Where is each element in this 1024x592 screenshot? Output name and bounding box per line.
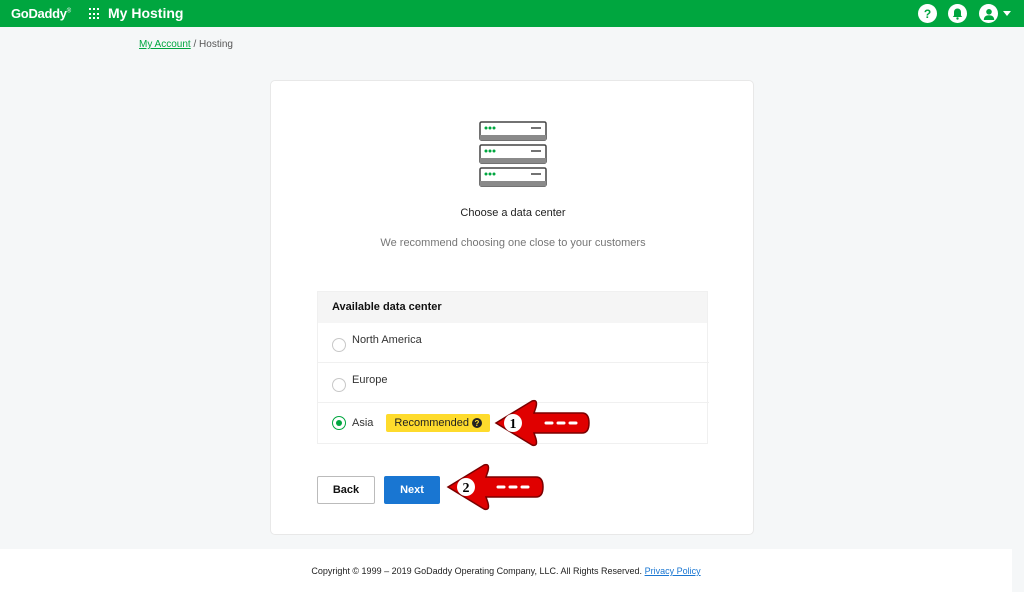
option-label: Asia — [352, 417, 374, 429]
arrow-number: 1 — [510, 417, 517, 432]
radio-north-america[interactable] — [332, 337, 346, 352]
help-icon[interactable]: ? — [918, 4, 937, 23]
user-avatar-icon[interactable] — [979, 4, 998, 23]
annotation-arrow-2: 2 — [446, 463, 544, 511]
app-title[interactable]: My Hosting — [108, 5, 183, 21]
page-subheading: We recommend choosing one close to your … — [380, 237, 646, 249]
page-heading: Choose a data center — [460, 207, 566, 219]
option-label: North America — [352, 333, 422, 346]
panel-title: Available data center — [318, 292, 707, 323]
option-north-america[interactable]: North America — [318, 323, 709, 363]
godaddy-logo[interactable]: GoDaddy® — [11, 6, 71, 21]
chevron-down-icon[interactable] — [1003, 11, 1011, 16]
annotation-arrow-1: 1 — [494, 399, 590, 447]
next-button[interactable]: Next — [384, 476, 440, 504]
top-bar: GoDaddy® My Hosting ? — [0, 0, 1024, 27]
footer: Copyright © 1999 – 2019 GoDaddy Operatin… — [0, 549, 1012, 592]
back-button[interactable]: Back — [317, 476, 375, 504]
bell-icon[interactable] — [948, 4, 967, 23]
radio-asia[interactable] — [332, 416, 346, 430]
breadcrumb: My Account / Hosting — [139, 39, 233, 50]
breadcrumb-current: Hosting — [199, 39, 233, 50]
recommended-badge: Recommended ? — [386, 414, 490, 432]
copyright-text: Copyright © 1999 – 2019 GoDaddy Operatin… — [311, 566, 643, 576]
option-label: Europe — [352, 373, 388, 386]
privacy-policy-link[interactable]: Privacy Policy — [645, 566, 701, 576]
radio-europe[interactable] — [332, 377, 346, 392]
question-circle-icon[interactable]: ? — [472, 418, 482, 428]
breadcrumb-my-account-link[interactable]: My Account — [139, 39, 191, 50]
apps-grid-icon[interactable] — [89, 8, 101, 20]
arrow-number: 2 — [463, 481, 470, 496]
option-europe[interactable]: Europe — [318, 363, 709, 403]
server-stack-icon — [479, 121, 547, 187]
